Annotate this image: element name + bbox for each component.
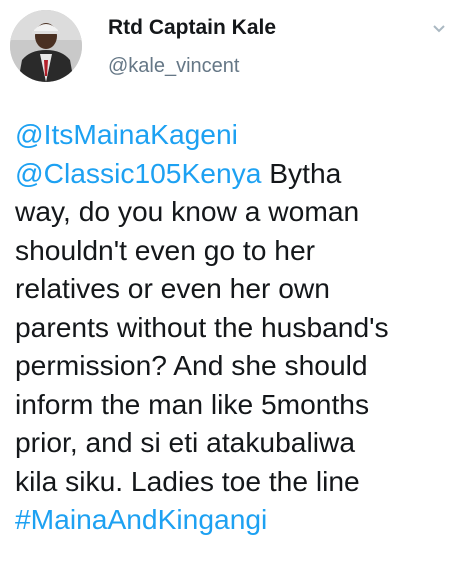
tweet-text-segment: parents without the husband's [15,310,389,343]
tweet-text-segment: kila siku. Ladies toe the line [15,464,360,497]
tweet-line: kila siku. Ladies toe the line [15,462,447,501]
tweet-line: permission? And she should [15,346,447,385]
tweet-line: prior, and si eti atakubaliwa [15,423,447,462]
hashtag-link[interactable]: #MainaAndKingangi [15,503,267,535]
tweet-card[interactable]: Rtd Captain Kale @kale_vincent @ItsMaina… [0,0,449,563]
tweet-line: shouldn't even go to her [15,231,447,270]
tweet-line: @ItsMainaKageni [15,115,447,154]
tweet-line: relatives or even her own [15,269,447,308]
tweet-text-segment: Bytha [261,156,342,189]
tweet-line: parents without the husband's [15,308,447,347]
tweet-text-segment: shouldn't even go to her [15,233,316,266]
tweet-text-segment: way, do you know a woman [15,195,360,227]
tweet-text-segment: permission? And she should [15,349,368,381]
tweet-line: @Classic105Kenya Bytha [15,154,447,193]
tweet-line: way, do you know a woman [15,192,447,231]
tweet-text: @ItsMainaKageni @Classic105Kenya Bytha way… [15,115,447,539]
tweet-text-segment: inform the man like 5months [15,387,370,420]
tweet-line: #MainaAndKingangi [15,500,447,539]
author-name[interactable]: Rtd Captain Kale [108,16,276,40]
author-handle[interactable]: @kale_vincent [108,55,239,78]
mention-link[interactable]: @ItsMainaKageni [15,118,238,150]
tweet-line: inform the man like 5months [15,385,447,424]
avatar[interactable] [10,10,82,82]
tweet-text-segment: relatives or even her own [15,272,330,304]
tweet-text-segment: prior, and si eti atakubaliwa [15,426,356,458]
mention-link[interactable]: @Classic105Kenya [15,157,261,189]
chevron-down-icon[interactable] [432,24,446,34]
